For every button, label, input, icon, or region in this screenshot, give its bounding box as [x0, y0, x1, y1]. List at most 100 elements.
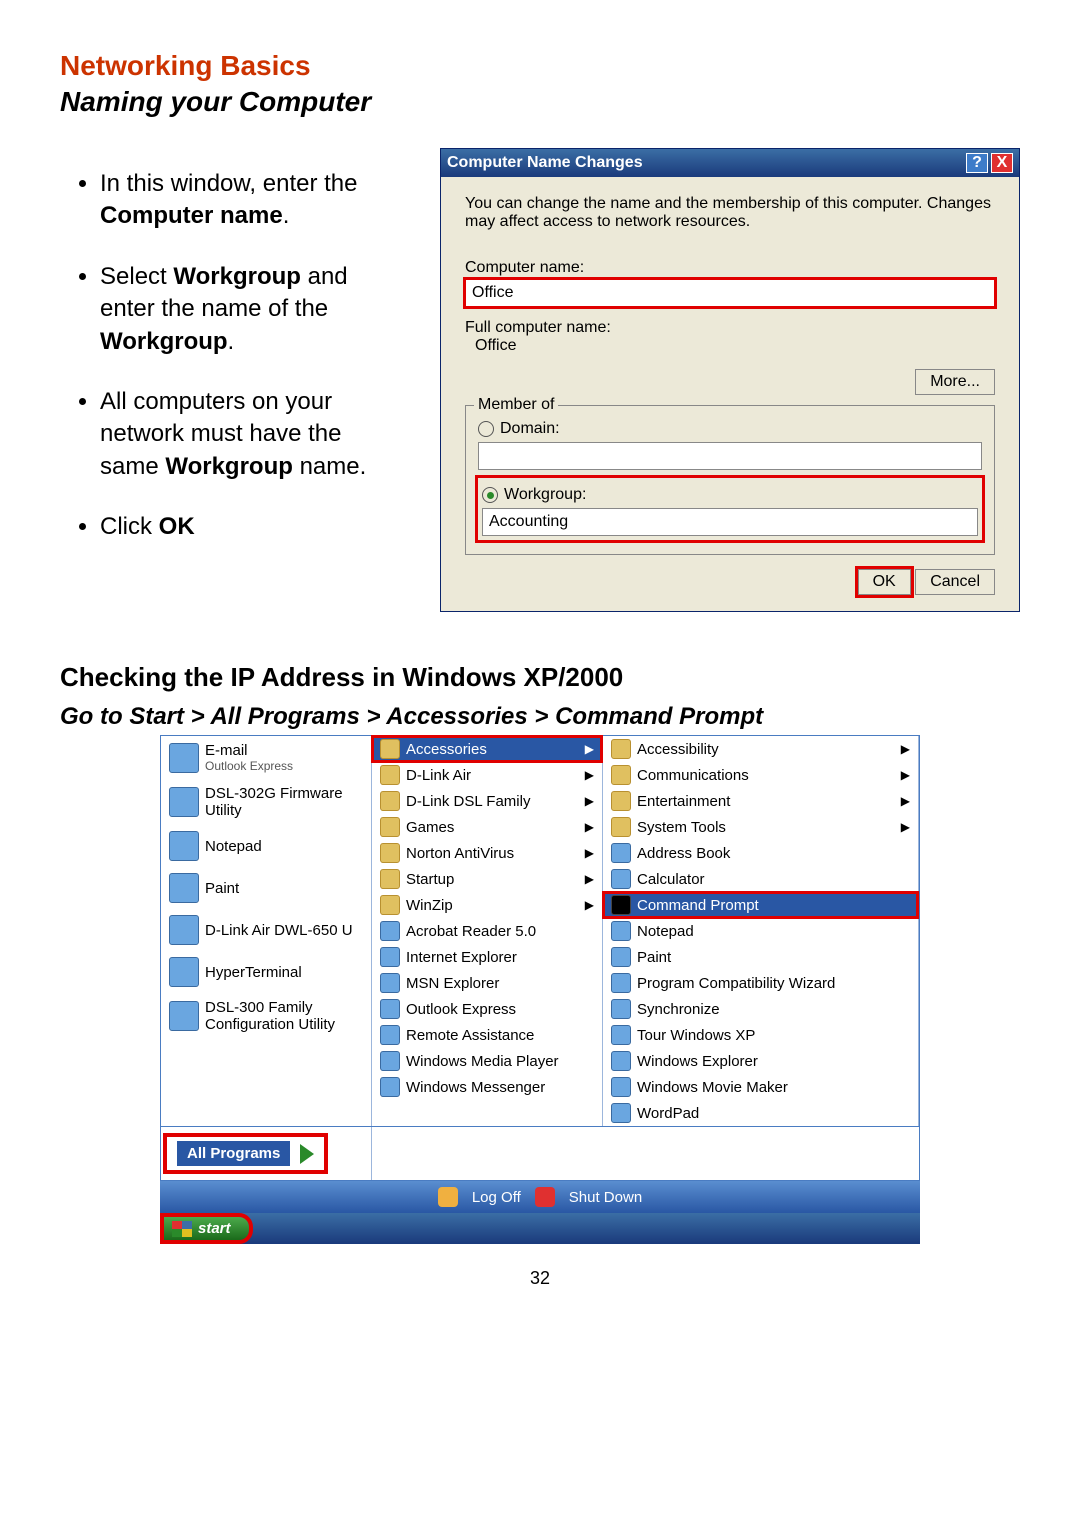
- more-button[interactable]: More...: [915, 369, 995, 395]
- menu-item[interactable]: Entertainment▶: [603, 788, 918, 814]
- log-off-button[interactable]: Log Off: [472, 1189, 521, 1206]
- menu-item[interactable]: Games▶: [372, 814, 602, 840]
- menu-item[interactable]: System Tools▶: [603, 814, 918, 840]
- app-icon: [611, 1025, 631, 1045]
- menu-item[interactable]: Accessories▶: [372, 736, 602, 762]
- menu-item-label: Program Compatibility Wizard: [637, 975, 835, 992]
- start-menu-left-col: E-mailOutlook ExpressDSL-302G Firmware U…: [161, 736, 372, 1126]
- folder-icon: [380, 791, 400, 811]
- menu-item[interactable]: D-Link Air ▶: [372, 762, 602, 788]
- arrow-right-icon: ▶: [585, 898, 594, 912]
- menu-item[interactable]: Accessibility▶: [603, 736, 918, 762]
- windows-flag-icon: [172, 1221, 192, 1237]
- menu-item[interactable]: Address Book: [603, 840, 918, 866]
- menu-item-label: Communications: [637, 767, 749, 784]
- menu-item-label: Command Prompt: [637, 897, 759, 914]
- app-icon: [611, 947, 631, 967]
- menu-item[interactable]: Startup▶: [372, 866, 602, 892]
- start-menu-item[interactable]: D-Link Air DWL-650 U: [161, 909, 371, 951]
- menu-item-label: D-Link Air: [406, 767, 471, 784]
- start-menu-programs-col: Accessories▶D-Link Air▶D-Link DSL Family…: [372, 736, 603, 1126]
- start-menu-item[interactable]: DSL-300 Family Configuration Utility: [161, 993, 371, 1039]
- all-programs-button[interactable]: All Programs: [167, 1137, 324, 1170]
- instruction-item: All computers on your network must have …: [100, 386, 400, 483]
- app-icon: [380, 1025, 400, 1045]
- taskbar: start: [160, 1213, 920, 1244]
- close-icon[interactable]: X: [991, 153, 1013, 173]
- menu-item-label: WordPad: [637, 1105, 699, 1122]
- domain-label: Domain:: [500, 420, 560, 438]
- start-menu-item[interactable]: E-mailOutlook Express: [161, 736, 371, 779]
- arrow-right-icon: ▶: [585, 794, 594, 808]
- domain-radio[interactable]: [478, 421, 494, 437]
- section2-heading: Checking the IP Address in Windows XP/20…: [60, 662, 1020, 693]
- menu-item[interactable]: Command Prompt: [603, 892, 918, 918]
- section2-path: Go to Start > All Programs > Accessories…: [60, 703, 1020, 731]
- menu-item[interactable]: D-Link DSL Family▶: [372, 788, 602, 814]
- cancel-button[interactable]: Cancel: [915, 569, 995, 595]
- menu-item[interactable]: Acrobat Reader 5.0: [372, 918, 602, 944]
- menu-item[interactable]: WinZip ▶: [372, 892, 602, 918]
- menu-item[interactable]: Program Compatibility Wizard: [603, 970, 918, 996]
- menu-item[interactable]: Windows Explorer: [603, 1048, 918, 1074]
- domain-input[interactable]: [478, 442, 982, 470]
- start-label: start: [198, 1220, 231, 1237]
- menu-item-label: Notepad: [637, 923, 694, 940]
- section-subtitle: Naming your Computer: [60, 86, 1020, 118]
- menu-item-label: Synchronize: [637, 1001, 720, 1018]
- menu-item[interactable]: Paint: [603, 944, 918, 970]
- app-icon: [611, 869, 631, 889]
- folder-icon: [380, 817, 400, 837]
- menu-item[interactable]: Internet Explorer: [372, 944, 602, 970]
- shut-down-button[interactable]: Shut Down: [569, 1189, 642, 1206]
- app-icon: [611, 999, 631, 1019]
- menu-item-label: WinZip: [406, 897, 453, 914]
- menu-item-label: Entertainment: [637, 793, 730, 810]
- arrow-right-icon: ▶: [585, 768, 594, 782]
- menu-item[interactable]: Communications▶: [603, 762, 918, 788]
- app-icon: [169, 787, 199, 817]
- app-icon: [169, 1001, 199, 1031]
- arrow-right-icon: ▶: [585, 872, 594, 886]
- instruction-item: Click OK: [100, 511, 400, 543]
- app-icon: [169, 957, 199, 987]
- arrow-right-icon: ▶: [585, 846, 594, 860]
- full-name-value: Office: [465, 337, 995, 355]
- menu-item[interactable]: Norton AntiVirus▶: [372, 840, 602, 866]
- app-icon: [380, 973, 400, 993]
- menu-item-label: System Tools: [637, 819, 726, 836]
- start-button[interactable]: start: [164, 1217, 249, 1240]
- menu-item[interactable]: Windows Messenger: [372, 1074, 602, 1100]
- menu-item-label: Acrobat Reader 5.0: [406, 923, 536, 940]
- folder-icon: [380, 765, 400, 785]
- workgroup-radio[interactable]: [482, 487, 498, 503]
- logoff-icon: [438, 1187, 458, 1207]
- ok-button[interactable]: OK: [858, 569, 911, 595]
- start-menu-item[interactable]: DSL-302G Firmware Utility: [161, 779, 371, 825]
- menu-item-label: Windows Explorer: [637, 1053, 758, 1070]
- dialog-description: You can change the name and the membersh…: [465, 195, 995, 231]
- menu-item[interactable]: Notepad: [603, 918, 918, 944]
- menu-item[interactable]: Synchronize: [603, 996, 918, 1022]
- app-icon: [169, 915, 199, 945]
- computer-name-input[interactable]: [465, 279, 995, 307]
- menu-item[interactable]: WordPad: [603, 1100, 918, 1126]
- start-menu-item[interactable]: Paint: [161, 867, 371, 909]
- workgroup-input[interactable]: [482, 508, 978, 536]
- shutdown-icon: [535, 1187, 555, 1207]
- app-icon: [380, 1051, 400, 1071]
- menu-item[interactable]: Outlook Express: [372, 996, 602, 1022]
- help-icon[interactable]: ?: [966, 153, 988, 173]
- start-menu-item[interactable]: HyperTerminal: [161, 951, 371, 993]
- app-icon: [169, 873, 199, 903]
- start-menu-item[interactable]: Notepad: [161, 825, 371, 867]
- menu-item[interactable]: Windows Movie Maker: [603, 1074, 918, 1100]
- folder-icon: [611, 765, 631, 785]
- menu-item[interactable]: Remote Assistance: [372, 1022, 602, 1048]
- instruction-item: In this window, enter the Computer name.: [100, 168, 400, 233]
- menu-item[interactable]: MSN Explorer: [372, 970, 602, 996]
- folder-icon: [380, 843, 400, 863]
- menu-item[interactable]: Tour Windows XP: [603, 1022, 918, 1048]
- menu-item[interactable]: Windows Media Player: [372, 1048, 602, 1074]
- menu-item[interactable]: Calculator: [603, 866, 918, 892]
